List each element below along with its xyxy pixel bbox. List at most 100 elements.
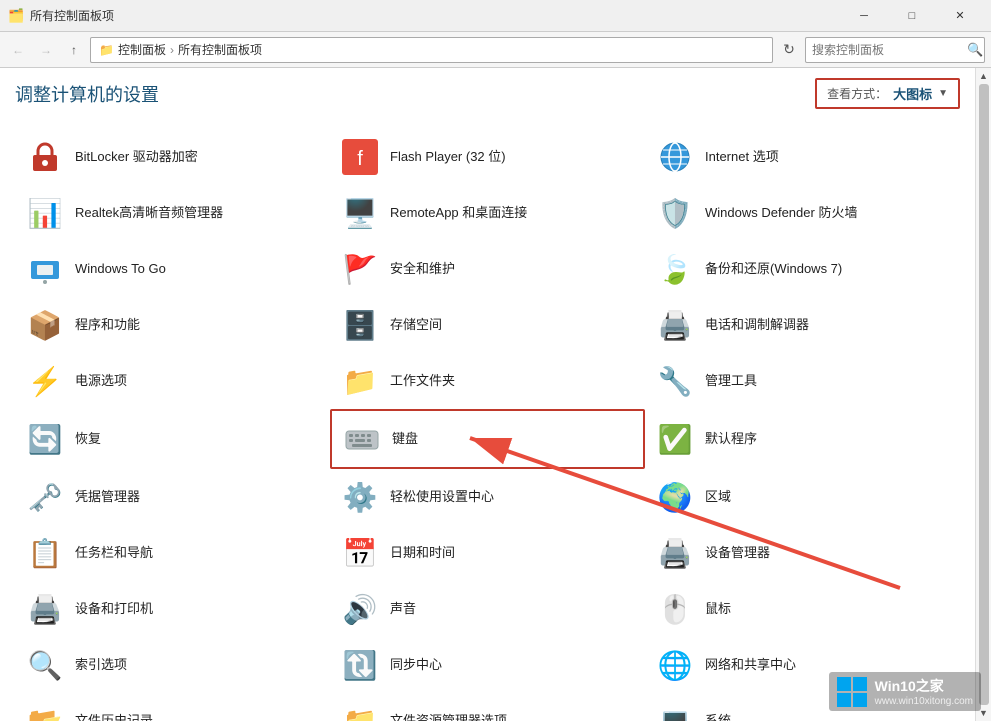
maximize-button[interactable]: □ xyxy=(889,0,935,32)
minimize-button[interactable]: ─ xyxy=(841,0,887,32)
item-label: 设备管理器 xyxy=(705,545,770,562)
grid-item[interactable]: 📁 文件资源管理器选项 xyxy=(330,693,645,721)
address-bar: ← → ↑ 📁 控制面板 › 所有控制面板项 ↻ 🔍 xyxy=(0,32,991,68)
grid-item[interactable]: 📋 任务栏和导航 xyxy=(15,525,330,581)
item-icon: 🔃 xyxy=(340,645,380,685)
grid-item[interactable]: 🔍 索引选项 xyxy=(15,637,330,693)
grid-item[interactable]: 📊Realtek高清晰音频管理器 xyxy=(15,185,330,241)
grid-item[interactable]: 📅 日期和时间 xyxy=(330,525,645,581)
grid-item[interactable]: 🔧管理工具 xyxy=(645,353,960,409)
scroll-up[interactable]: ▲ xyxy=(978,70,990,82)
grid-item[interactable]: 🍃 备份和还原(Windows 7) xyxy=(645,241,960,297)
item-label: Internet 选项 xyxy=(705,149,779,166)
item-icon: 📁 xyxy=(340,701,380,721)
item-icon xyxy=(25,137,65,177)
grid-item[interactable]: 🖨️设备和打印机 xyxy=(15,581,330,637)
watermark-sub: www.win10xitong.com xyxy=(875,696,973,707)
grid-item[interactable]: 🔄 恢复 xyxy=(15,409,330,469)
search-input[interactable] xyxy=(812,43,967,57)
item-icon: 🌍 xyxy=(655,477,695,517)
item-icon: 🔍 xyxy=(25,645,65,685)
item-label: 电源选项 xyxy=(75,373,127,390)
item-icon xyxy=(655,137,695,177)
item-label: 程序和功能 xyxy=(75,317,140,334)
scroll-thumb[interactable] xyxy=(979,84,989,705)
grid-item[interactable]: Windows To Go xyxy=(15,241,330,297)
content-area[interactable]: 调整计算机的设置 查看方式： 大图标 ▼ BitLocker 驱动器加密 f Fla… xyxy=(0,68,975,721)
grid-item[interactable]: ⚡ 电源选项 xyxy=(15,353,330,409)
item-label: 网络和共享中心 xyxy=(705,657,796,674)
up-button[interactable]: ↑ xyxy=(62,38,86,62)
scrollbar[interactable]: ▲ ▼ xyxy=(975,68,991,721)
grid-item[interactable]: ⚙️轻松使用设置中心 xyxy=(330,469,645,525)
item-icon: ⚙️ xyxy=(340,477,380,517)
item-icon: 🔄 xyxy=(25,419,65,459)
grid-item[interactable]: 键盘 xyxy=(330,409,645,469)
grid-item[interactable]: 🔊声音 xyxy=(330,581,645,637)
breadcrumb-icon: 📁 xyxy=(99,43,114,57)
back-button[interactable]: ← xyxy=(6,38,30,62)
grid-item[interactable]: 🗝️ 凭据管理器 xyxy=(15,469,330,525)
grid-item[interactable]: 🖨️电话和调制解调器 xyxy=(645,297,960,353)
item-icon: f xyxy=(340,137,380,177)
grid-item[interactable]: 📦 程序和功能 xyxy=(15,297,330,353)
item-icon: 🗝️ xyxy=(25,477,65,517)
item-label: 恢复 xyxy=(75,431,101,448)
item-icon: ⚡ xyxy=(25,361,65,401)
grid-item[interactable]: 📁工作文件夹 xyxy=(330,353,645,409)
item-icon: 🖥️ xyxy=(340,193,380,233)
grid-item[interactable]: 🖥️RemoteApp 和桌面连接 xyxy=(330,185,645,241)
refresh-button[interactable]: ↻ xyxy=(777,38,801,62)
grid-item[interactable]: 🚩 安全和维护 xyxy=(330,241,645,297)
content-header: 调整计算机的设置 查看方式： 大图标 ▼ xyxy=(15,78,960,114)
item-label: 索引选项 xyxy=(75,657,127,674)
item-icon: 🚩 xyxy=(340,249,380,289)
item-label: 存储空间 xyxy=(390,317,442,334)
item-label: 凭据管理器 xyxy=(75,489,140,506)
grid-item[interactable]: 🖱️鼠标 xyxy=(645,581,960,637)
item-label: 日期和时间 xyxy=(390,545,455,562)
item-label: 区域 xyxy=(705,489,731,506)
item-icon: 📋 xyxy=(25,533,65,573)
item-label: 任务栏和导航 xyxy=(75,545,153,562)
close-button[interactable]: ✕ xyxy=(937,0,983,32)
grid-item[interactable]: 🖨️ 设备管理器 xyxy=(645,525,960,581)
address-field[interactable]: 📁 控制面板 › 所有控制面板项 xyxy=(90,37,773,63)
search-box[interactable]: 🔍 xyxy=(805,37,985,63)
item-label: 默认程序 xyxy=(705,431,757,448)
forward-button[interactable]: → xyxy=(34,38,58,62)
item-label: 文件资源管理器选项 xyxy=(390,713,507,721)
grid-item[interactable]: ✅默认程序 xyxy=(645,409,960,469)
main-area: 调整计算机的设置 查看方式： 大图标 ▼ BitLocker 驱动器加密 f Fla… xyxy=(0,68,991,721)
item-label: 鼠标 xyxy=(705,601,731,618)
grid-item[interactable]: 🗄️ 存储空间 xyxy=(330,297,645,353)
grid-item[interactable]: 🛡️Windows Defender 防火墙 xyxy=(645,185,960,241)
grid-item[interactable]: BitLocker 驱动器加密 xyxy=(15,129,330,185)
item-icon: 🍃 xyxy=(655,249,695,289)
item-icon: 📅 xyxy=(340,533,380,573)
item-label: 声音 xyxy=(390,601,416,618)
item-icon: 🗄️ xyxy=(340,305,380,345)
item-label: 备份和还原(Windows 7) xyxy=(705,261,842,278)
item-label: BitLocker 驱动器加密 xyxy=(75,149,198,166)
item-label: 同步中心 xyxy=(390,657,442,674)
watermark: Win10之家 www.win10xitong.com xyxy=(829,672,981,711)
item-label: 工作文件夹 xyxy=(390,373,455,390)
items-grid: BitLocker 驱动器加密 f Flash Player (32 位) Inter… xyxy=(15,129,960,721)
grid-item[interactable]: 📂文件历史记录 xyxy=(15,693,330,721)
view-control[interactable]: 查看方式： 大图标 ▼ xyxy=(815,78,960,109)
item-icon: 🖨️ xyxy=(25,589,65,629)
window-title: 所有控制面板项 xyxy=(30,7,841,24)
item-label: 安全和维护 xyxy=(390,261,455,278)
item-icon: 📦 xyxy=(25,305,65,345)
item-icon: 📂 xyxy=(25,701,65,721)
item-icon: 📊 xyxy=(25,193,65,233)
windows-logo xyxy=(837,677,867,707)
grid-item[interactable]: f Flash Player (32 位) xyxy=(330,129,645,185)
item-label: Flash Player (32 位) xyxy=(390,149,506,166)
grid-item[interactable]: Internet 选项 xyxy=(645,129,960,185)
view-dropdown-icon[interactable]: ▼ xyxy=(938,88,948,99)
grid-item[interactable]: 🔃 同步中心 xyxy=(330,637,645,693)
item-icon: 🖨️ xyxy=(655,533,695,573)
grid-item[interactable]: 🌍 区域 xyxy=(645,469,960,525)
